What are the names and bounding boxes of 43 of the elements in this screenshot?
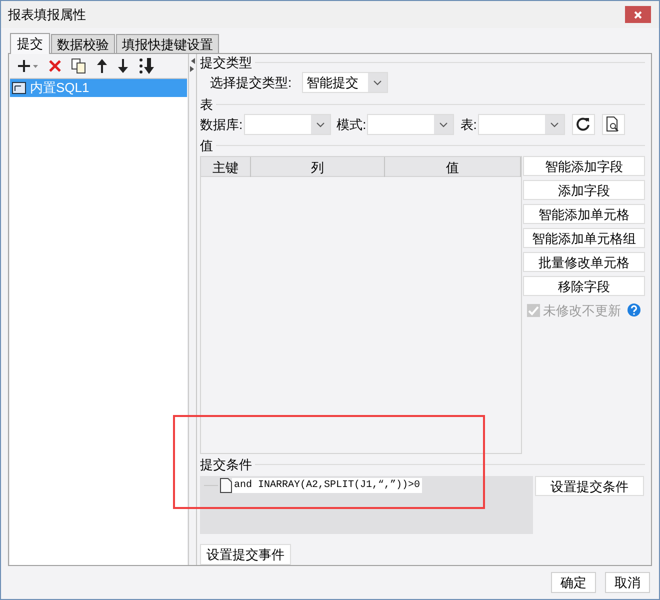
column-header[interactable]: 列 (251, 157, 385, 178)
move-to-bottom-icon[interactable] (138, 57, 156, 75)
submit-type-dropdown[interactable]: 智能提交 (302, 72, 388, 94)
action-button[interactable]: 批量修改单元格 (523, 252, 645, 272)
up-arrow-icon[interactable] (96, 58, 108, 74)
set-event-button[interactable]: 设置提交事件 (200, 544, 291, 565)
tab[interactable]: 数据校验 (51, 34, 115, 53)
section-title: 提交类型 (200, 55, 252, 70)
tab[interactable]: 提交 (10, 33, 50, 54)
set-condition-button[interactable]: 设置提交条件 (535, 476, 644, 496)
tab[interactable]: 填报快捷键设置 (116, 34, 219, 53)
section-title: 值 (200, 138, 213, 154)
close-button[interactable] (625, 6, 651, 23)
dialog-button[interactable]: 确定 (551, 572, 596, 593)
table-icon (12, 82, 26, 94)
action-button[interactable]: 添加字段 (523, 180, 645, 200)
action-button[interactable]: 智能添加单元格 (523, 204, 645, 224)
splitter-arrows-icon[interactable] (190, 57, 196, 73)
delete-icon[interactable] (48, 59, 62, 73)
field-label: 模式: (336, 116, 366, 134)
condition-item[interactable]: and INARRAY(A2,SPLIT(J1,“,”))>0 (232, 478, 422, 494)
refresh-button[interactable] (572, 114, 595, 135)
preview-button[interactable] (602, 114, 625, 135)
refresh-icon (576, 117, 590, 132)
action-button[interactable]: 智能添加字段 (523, 156, 645, 176)
document-search-icon (606, 116, 620, 132)
window-title: 报表填报属性 (8, 6, 86, 24)
column-header[interactable]: 主键 (201, 157, 251, 178)
field-label: 选择提交类型: (210, 74, 292, 92)
close-icon (633, 10, 643, 20)
dialog-button[interactable]: 取消 (605, 572, 650, 593)
down-arrow-icon[interactable] (117, 58, 129, 74)
field-label: 表: (460, 116, 477, 134)
action-button[interactable]: 移除字段 (523, 276, 645, 296)
action-button[interactable]: 智能添加单元格组 (523, 228, 645, 248)
section-title: 表 (200, 97, 213, 112)
column-header[interactable]: 值 (385, 157, 521, 178)
section-title: 提交条件 (200, 456, 252, 472)
help-icon[interactable] (627, 303, 641, 318)
field-label: 数据库: (200, 116, 243, 134)
copy-icon[interactable] (71, 58, 87, 74)
checkbox-label: 未修改不更新 (543, 302, 621, 320)
add-icon[interactable] (17, 58, 39, 74)
